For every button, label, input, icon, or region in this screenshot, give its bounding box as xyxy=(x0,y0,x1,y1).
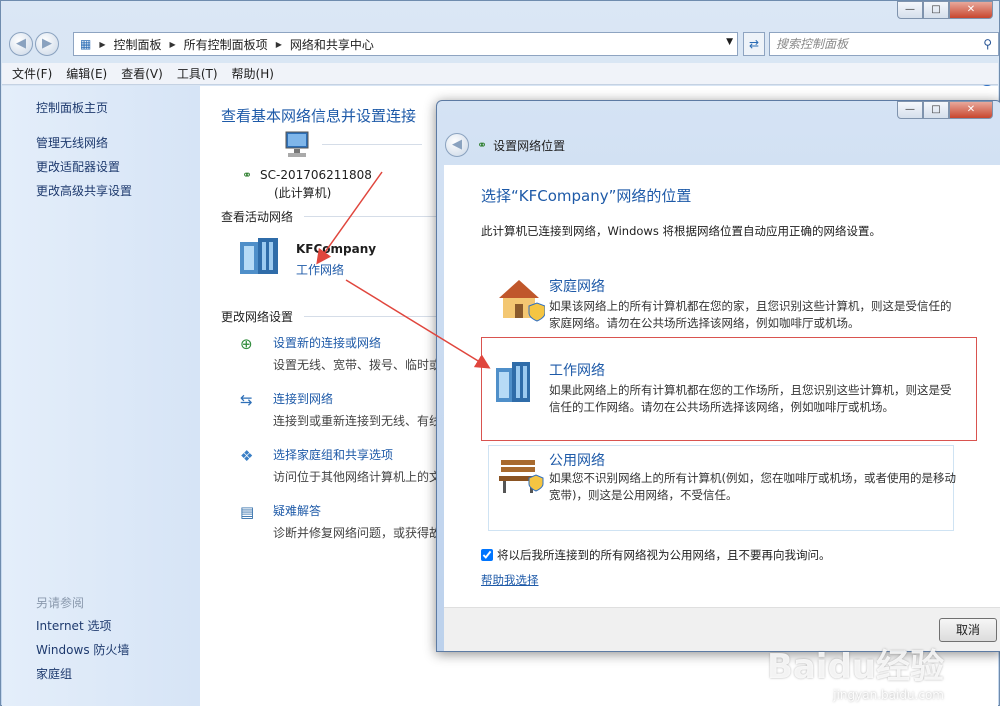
watermark-url: jingyan.baidu.com xyxy=(833,688,944,702)
annotation-arrows xyxy=(316,171,491,369)
arrow-to-work-link xyxy=(316,171,383,265)
watermark-logo: Baidu经验 xyxy=(766,647,944,687)
arrow-to-work-option xyxy=(345,279,491,369)
